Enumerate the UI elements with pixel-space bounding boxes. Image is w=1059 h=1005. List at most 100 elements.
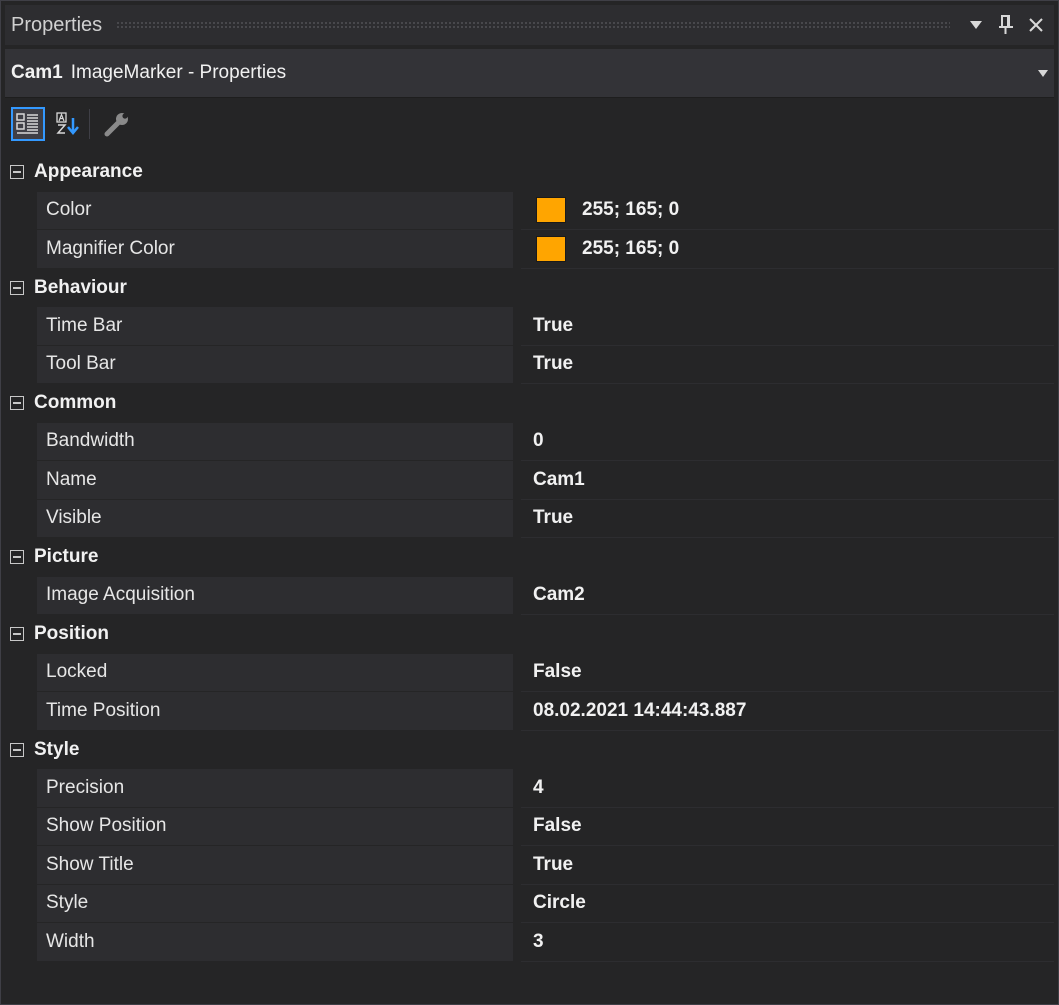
properties-panel: Properties Cam1 ImageMarker - Properties [0,0,1059,1005]
close-icon[interactable] [1024,10,1048,40]
property-row[interactable]: Magnifier Color 255; 165; 0 [5,230,1054,269]
property-value[interactable]: Circle [521,884,1054,923]
category-picture[interactable]: Picture [5,538,1054,577]
property-name[interactable]: Show Position [37,807,513,846]
property-value-text: False [533,815,582,837]
column-splitter[interactable] [513,576,521,615]
property-value-text: True [533,507,574,529]
category-appearance[interactable]: Appearance [5,153,1054,192]
property-row[interactable]: Precision 4 [5,769,1054,808]
column-splitter[interactable] [513,846,521,885]
column-splitter[interactable] [513,499,521,538]
property-value-text: 255; 165; 0 [582,237,680,259]
property-value[interactable]: 4 [521,769,1054,808]
property-value[interactable]: True [521,307,1054,346]
selector-dropdown-icon[interactable] [1038,66,1048,80]
property-value-text: 08.02.2021 14:44:43.887 [533,699,747,721]
property-row[interactable]: Bandwidth 0 [5,422,1054,461]
property-name[interactable]: Width [37,923,513,962]
properties-toolbar [5,99,1054,149]
collapse-icon[interactable] [10,396,24,411]
column-splitter[interactable] [513,653,521,692]
property-value[interactable]: 08.02.2021 14:44:43.887 [521,692,1054,731]
property-row[interactable]: Locked False [5,653,1054,692]
column-splitter[interactable] [513,807,521,846]
collapse-icon[interactable] [10,742,24,757]
property-value-text: True [533,314,574,336]
property-row[interactable]: Width 3 [5,923,1054,962]
property-value-text: Cam1 [533,468,585,490]
property-row[interactable]: Show Position False [5,807,1054,846]
property-value[interactable]: 255; 165; 0 [521,191,1054,230]
property-value[interactable]: True [521,345,1054,384]
property-value[interactable]: True [521,846,1054,885]
property-value-text: 0 [533,430,544,452]
column-splitter[interactable] [513,461,521,500]
column-splitter[interactable] [513,422,521,461]
description-area [5,969,1054,1000]
collapse-icon[interactable] [10,280,24,295]
property-row[interactable]: Name Cam1 [5,461,1054,500]
object-selector[interactable]: Cam1 ImageMarker - Properties [5,49,1054,98]
property-name[interactable]: Bandwidth [37,422,513,461]
property-name[interactable]: Locked [37,653,513,692]
dropdown-arrow-icon[interactable] [964,10,988,40]
property-pages-wrench-icon[interactable] [100,107,134,141]
property-value-text: 4 [533,776,544,798]
color-swatch[interactable] [536,197,566,224]
property-row[interactable]: Tool Bar True [5,345,1054,384]
property-name[interactable]: Magnifier Color [37,230,513,269]
property-name[interactable]: Show Title [37,846,513,885]
property-name[interactable]: Name [37,461,513,500]
property-value[interactable]: 0 [521,422,1054,461]
property-value[interactable]: True [521,499,1054,538]
property-name[interactable]: Visible [37,499,513,538]
alphabetical-sort-icon[interactable] [51,107,85,141]
category-label: Picture [34,546,99,568]
property-row[interactable]: Time Bar True [5,307,1054,346]
property-name[interactable]: Color [37,191,513,230]
property-row[interactable]: Show Title True [5,846,1054,885]
property-name[interactable]: Time Bar [37,307,513,346]
property-value[interactable]: 255; 165; 0 [521,230,1054,269]
property-value-text: Circle [533,892,586,914]
property-name[interactable]: Image Acquisition [37,576,513,615]
category-position[interactable]: Position [5,615,1054,654]
column-splitter[interactable] [513,191,521,230]
property-value-text: 3 [533,930,544,952]
drag-grip[interactable] [116,21,950,29]
category-common[interactable]: Common [5,384,1054,423]
column-splitter[interactable] [513,230,521,269]
column-splitter[interactable] [513,692,521,731]
panel-title-bar[interactable]: Properties [5,5,1054,45]
collapse-icon[interactable] [10,550,24,565]
property-row[interactable]: Time Position 08.02.2021 14:44:43.887 [5,692,1054,731]
property-name[interactable]: Style [37,884,513,923]
property-value[interactable]: Cam1 [521,461,1054,500]
property-row[interactable]: Image Acquisition Cam2 [5,576,1054,615]
column-splitter[interactable] [513,769,521,808]
selected-object-type: ImageMarker - Properties [70,62,287,83]
category-style[interactable]: Style [5,730,1054,769]
property-row[interactable]: Visible True [5,499,1054,538]
property-row[interactable]: Color 255; 165; 0 [5,191,1054,230]
category-behaviour[interactable]: Behaviour [5,268,1054,307]
column-splitter[interactable] [513,923,521,962]
color-swatch[interactable] [536,235,566,262]
property-value[interactable]: Cam2 [521,576,1054,615]
property-grid: Appearance Color 255; 165; 0 Magnifier Colo… [5,153,1054,962]
property-value[interactable]: False [521,653,1054,692]
collapse-icon[interactable] [10,165,24,180]
property-name[interactable]: Time Position [37,692,513,731]
categorized-icon[interactable] [11,107,45,141]
property-value[interactable]: False [521,807,1054,846]
column-splitter[interactable] [513,345,521,384]
column-splitter[interactable] [513,884,521,923]
property-row[interactable]: Style Circle [5,884,1054,923]
property-name[interactable]: Tool Bar [37,345,513,384]
pin-icon[interactable] [994,10,1018,40]
collapse-icon[interactable] [10,627,24,642]
property-value[interactable]: 3 [521,923,1054,962]
column-splitter[interactable] [513,307,521,346]
property-name[interactable]: Precision [37,769,513,808]
